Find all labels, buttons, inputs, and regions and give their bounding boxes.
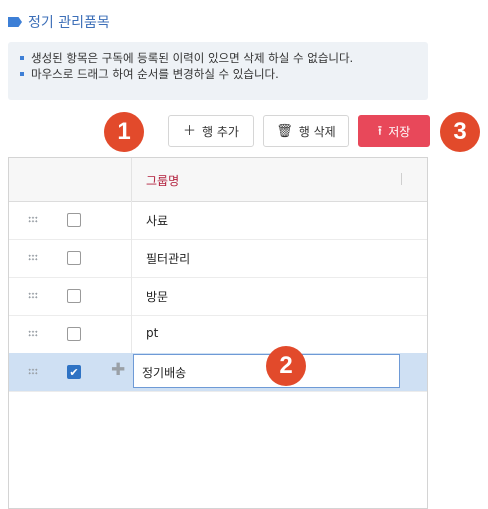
column-divider bbox=[131, 201, 132, 239]
table-row[interactable]: 방문 bbox=[9, 277, 427, 316]
table-row[interactable]: pt bbox=[9, 315, 427, 354]
upload-icon: ⭱ bbox=[377, 123, 383, 139]
add-child-icon[interactable]: ✚ bbox=[111, 360, 125, 380]
save-button[interactable]: ⭱ 저장 bbox=[358, 115, 430, 147]
column-header-group-name[interactable]: 그룹명 bbox=[146, 172, 179, 189]
tag-icon bbox=[8, 17, 22, 27]
page-header: 정기 관리품목 bbox=[8, 12, 110, 32]
column-divider bbox=[131, 315, 132, 353]
add-row-label: 행 추가 bbox=[202, 124, 239, 139]
drag-handle-icon[interactable] bbox=[28, 330, 38, 337]
row-checkbox[interactable] bbox=[67, 213, 81, 227]
delete-row-label: 행 삭제 bbox=[298, 124, 336, 139]
group-name-cell[interactable]: 필터관리 bbox=[146, 250, 190, 267]
row-checkbox[interactable] bbox=[67, 327, 81, 341]
grid-header: 그룹명 bbox=[9, 158, 427, 202]
table-row[interactable]: 필터관리 bbox=[9, 239, 427, 278]
plus-icon: ＋ bbox=[183, 123, 197, 139]
notice-line: 생성된 항목은 구독에 등록된 이력이 있으면 삭제 하실 수 없습니다. bbox=[20, 50, 428, 66]
add-row-button[interactable]: ＋ 행 추가 bbox=[168, 115, 254, 147]
column-divider bbox=[131, 239, 132, 277]
delete-row-button[interactable]: 🗑 행 삭제 bbox=[263, 115, 349, 147]
drag-handle-icon[interactable] bbox=[28, 254, 38, 261]
group-grid: 그룹명 사료 필터관리 방문 pt ✔ ✚ 정기배송 bbox=[8, 157, 428, 509]
group-name-cell[interactable]: 사료 bbox=[146, 212, 168, 229]
table-row-selected[interactable]: ✔ ✚ 정기배송 bbox=[9, 353, 427, 392]
column-resize-handle[interactable] bbox=[401, 173, 402, 185]
drag-handle-icon[interactable] bbox=[28, 216, 38, 223]
step-badge-3: 3 bbox=[440, 112, 480, 152]
notice-line: 마우스로 드래그 하여 순서를 변경하실 수 있습니다. bbox=[20, 66, 428, 82]
notice-box: 생성된 항목은 구독에 등록된 이력이 있으면 삭제 하실 수 없습니다. 마우… bbox=[8, 42, 428, 100]
save-label: 저장 bbox=[388, 124, 411, 139]
row-checkbox-checked[interactable]: ✔ bbox=[67, 365, 81, 379]
drag-handle-icon[interactable] bbox=[28, 292, 38, 299]
column-divider bbox=[131, 158, 132, 201]
table-row[interactable]: 사료 bbox=[9, 201, 427, 240]
group-name-cell[interactable]: 방문 bbox=[146, 288, 168, 305]
group-name-cell[interactable]: pt bbox=[146, 326, 158, 340]
step-badge-2: 2 bbox=[266, 346, 306, 386]
step-badge-1: 1 bbox=[104, 112, 144, 152]
row-checkbox[interactable] bbox=[67, 251, 81, 265]
trash-icon: 🗑 bbox=[276, 123, 293, 139]
drag-handle-icon[interactable] bbox=[28, 368, 38, 375]
page-title: 정기 관리품목 bbox=[28, 15, 110, 31]
column-divider bbox=[131, 277, 132, 315]
row-checkbox[interactable] bbox=[67, 289, 81, 303]
